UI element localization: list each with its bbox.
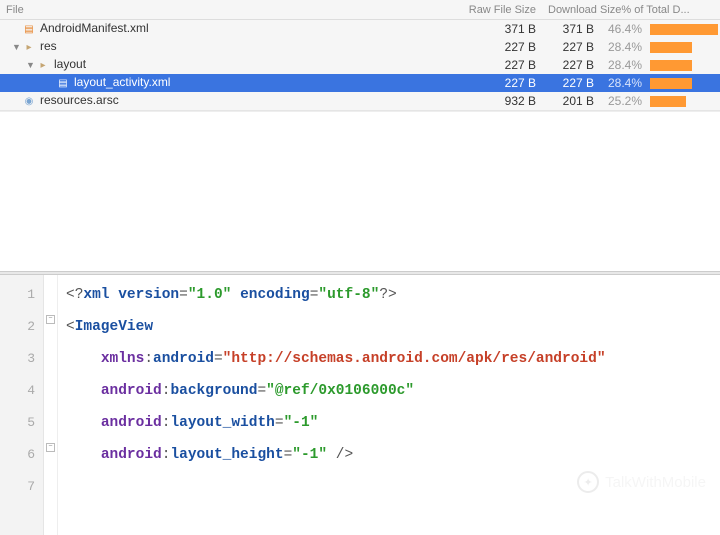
folder-icon: ▸ <box>22 41 36 55</box>
file-name: AndroidManifest.xml <box>40 21 149 35</box>
download-size: 227 B <box>544 76 598 90</box>
size-bar <box>646 78 714 89</box>
download-size: 201 B <box>544 94 598 108</box>
tree-row-layout[interactable]: ▼▸layout227 B227 B28.4% <box>0 56 720 74</box>
download-size: 371 B <box>544 22 598 36</box>
header-download-size: Download Size% of Total D... <box>544 4 714 16</box>
xml-file-icon: ▤ <box>56 77 70 91</box>
tree-row-androidmanifest-xml[interactable]: ▤AndroidManifest.xml371 B371 B46.4% <box>0 20 720 38</box>
raw-size: 371 B <box>454 22 544 36</box>
line-number: 3 <box>0 343 35 375</box>
fold-marker-open[interactable]: − <box>46 315 55 324</box>
header-raw-size: Raw File Size <box>454 4 544 16</box>
line-number: 4 <box>0 375 35 407</box>
line-number: 6 <box>0 439 35 471</box>
fold-marker-close[interactable]: − <box>46 443 55 452</box>
line-number: 2 <box>0 311 35 343</box>
raw-size: 227 B <box>454 76 544 90</box>
line-number: 1 <box>0 279 35 311</box>
size-bar <box>646 96 714 107</box>
empty-area <box>0 111 720 271</box>
size-bar <box>646 24 714 35</box>
size-percent: 46.4% <box>598 22 646 36</box>
tree-header: File Raw File Size Download Size% of Tot… <box>0 0 720 20</box>
file-name: resources.arsc <box>40 93 119 107</box>
code-editor: 1234567 − − <?xml version="1.0" encoding… <box>0 275 720 535</box>
file-name: res <box>40 39 57 53</box>
tree-row-resources-arsc[interactable]: ◉ resources.arsc 932 B201 B25.2% <box>0 92 720 110</box>
raw-size: 227 B <box>454 40 544 54</box>
size-bar <box>646 42 714 53</box>
file-name: layout_activity.xml <box>74 75 170 89</box>
download-size: 227 B <box>544 40 598 54</box>
header-file: File <box>6 4 454 16</box>
arsc-file-icon: ◉ <box>22 95 36 109</box>
chevron-down-icon[interactable]: ▼ <box>26 60 34 70</box>
chevron-down-icon[interactable]: ▼ <box>12 42 20 52</box>
folder-icon: ▸ <box>36 59 50 73</box>
line-number: 5 <box>0 407 35 439</box>
download-size: 227 B <box>544 58 598 72</box>
code-content[interactable]: <?xml version="1.0" encoding="utf-8"?> <… <box>58 275 720 535</box>
xml-file-icon: ▤ <box>22 23 36 37</box>
size-bar <box>646 60 714 71</box>
fold-strip: − − <box>44 275 58 535</box>
file-name: layout <box>54 57 86 71</box>
raw-size: 227 B <box>454 58 544 72</box>
size-percent: 25.2% <box>598 94 646 108</box>
line-number: 7 <box>0 471 35 503</box>
raw-size: 932 B <box>454 94 544 108</box>
tree-row-layout-activity-xml[interactable]: ▤layout_activity.xml227 B227 B28.4% <box>0 74 720 92</box>
size-percent: 28.4% <box>598 58 646 72</box>
size-percent: 28.4% <box>598 40 646 54</box>
size-percent: 28.4% <box>598 76 646 90</box>
line-gutter: 1234567 <box>0 275 44 535</box>
tree-row-res[interactable]: ▼▸res227 B227 B28.4% <box>0 38 720 56</box>
file-tree-panel: File Raw File Size Download Size% of Tot… <box>0 0 720 111</box>
